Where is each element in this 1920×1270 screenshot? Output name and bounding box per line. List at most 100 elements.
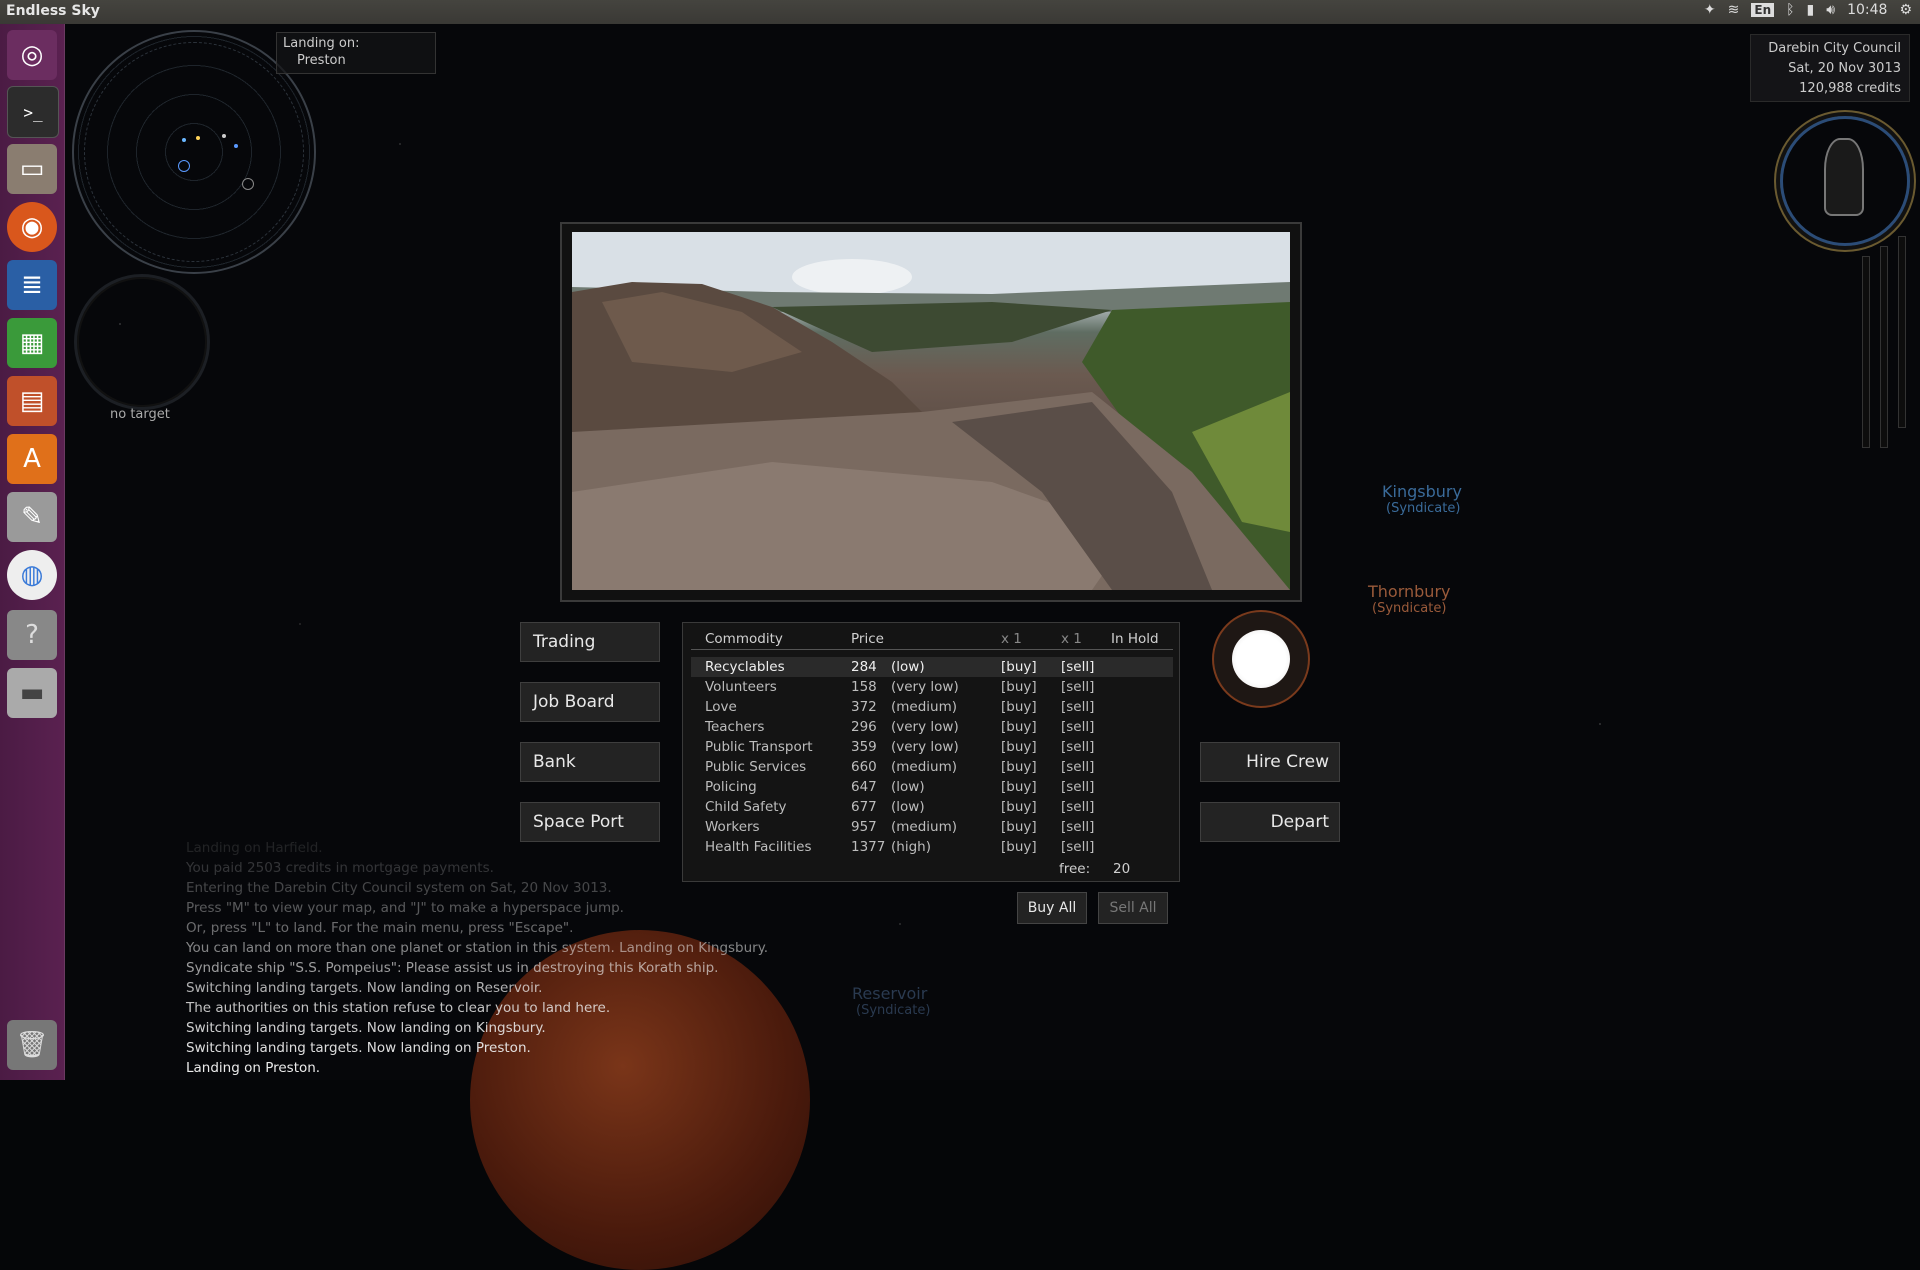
buy-link[interactable]: [buy] [1001, 717, 1037, 737]
log-message: You can land on more than one planet or … [186, 940, 769, 956]
keyboard-layout-indicator[interactable]: En [1751, 3, 1775, 17]
buy-all-button[interactable]: Buy All [1017, 892, 1087, 924]
commodity-row[interactable]: Recyclables 284 (low) [buy] [sell] [691, 657, 1173, 677]
radar-planet-marker [242, 178, 254, 190]
trash-icon[interactable]: 🗑︎ [7, 1020, 57, 1070]
buy-link[interactable]: [buy] [1001, 817, 1037, 837]
commodity-price-level: (medium) [891, 819, 958, 835]
commodity-name: Child Safety [705, 799, 787, 815]
buy-link[interactable]: [buy] [1001, 777, 1037, 797]
commodity-name: Public Services [705, 759, 807, 775]
firefox-icon[interactable]: ◉ [7, 202, 57, 252]
ubuntu-home-icon[interactable]: ◎ [7, 30, 57, 80]
battery-icon[interactable]: ▮ [1807, 2, 1815, 18]
depart-button[interactable]: Depart [1200, 802, 1340, 842]
volume-icon[interactable]: 🔊︎ [1826, 2, 1835, 18]
buy-link[interactable]: [buy] [1001, 837, 1037, 857]
terminal-icon[interactable]: >_ [7, 86, 59, 138]
commodity-price: 372 [851, 699, 877, 715]
commodity-name: Love [705, 699, 737, 715]
sell-all-button[interactable]: Sell All [1098, 892, 1168, 924]
commodity-price-level: (low) [891, 779, 925, 795]
buy-link[interactable]: [buy] [1001, 757, 1037, 777]
log-message: Switching landing targets. Now landing o… [186, 1040, 531, 1056]
sell-link[interactable]: [sell] [1061, 777, 1094, 797]
sell-link[interactable]: [sell] [1061, 757, 1094, 777]
log-message: The authorities on this station refuse t… [186, 1000, 611, 1016]
chrome-icon[interactable]: ◍ [7, 550, 57, 600]
wifi-icon[interactable]: ≋ [1728, 2, 1740, 18]
sell-link[interactable]: [sell] [1061, 697, 1094, 717]
system-tray: ✦ ≋ En ᛒ ▮ 🔊︎ 10:48 ⚙ [1704, 2, 1912, 18]
gear-icon[interactable]: ⚙ [1899, 2, 1912, 18]
no-target-label: no target [110, 407, 170, 422]
radar-blip [222, 134, 226, 138]
game-date: Sat, 20 Nov 3013 [1788, 61, 1901, 76]
buy-link[interactable]: [buy] [1001, 737, 1037, 757]
dropbox-icon[interactable]: ✦ [1704, 2, 1716, 18]
writer-icon[interactable]: ≣ [7, 260, 57, 310]
header-buy-quantity[interactable]: x 1 [1001, 629, 1022, 649]
bluetooth-icon[interactable]: ᛒ [1786, 2, 1794, 18]
target-display-ring [74, 274, 210, 410]
window-title: Endless Sky [6, 3, 100, 19]
commodity-row[interactable]: Volunteers 158 (very low) [buy] [sell] [691, 677, 1173, 697]
header-sell-quantity[interactable]: x 1 [1061, 629, 1082, 649]
landing-label: Landing on: [283, 36, 360, 51]
software-center-icon[interactable]: A [7, 434, 57, 484]
commodity-price-level: (medium) [891, 759, 958, 775]
commodity-name: Policing [705, 779, 757, 795]
free-value: 20 [1113, 861, 1131, 877]
commodity-row[interactable]: Policing 647 (low) [buy] [sell] [691, 777, 1173, 797]
clock[interactable]: 10:48 [1847, 2, 1887, 18]
system-info-panel: Darebin City Council Sat, 20 Nov 3013 12… [1750, 34, 1910, 102]
ship-silhouette-icon [1824, 138, 1864, 216]
map-label-thornbury: Thornbury (Syndicate) [1368, 582, 1451, 616]
space-port-button[interactable]: Space Port [520, 802, 660, 842]
hull-bar [1880, 246, 1888, 448]
sell-link[interactable]: [sell] [1061, 797, 1094, 817]
log-message: Switching landing targets. Now landing o… [186, 980, 543, 996]
sell-link[interactable]: [sell] [1061, 817, 1094, 837]
buy-link[interactable]: [buy] [1001, 657, 1037, 677]
system-name: Darebin City Council [1768, 41, 1901, 56]
commodity-row[interactable]: Public Services 660 (medium) [buy] [sell] [691, 757, 1173, 777]
impress-icon[interactable]: ▤ [7, 376, 57, 426]
commodity-price: 296 [851, 719, 877, 735]
commodity-row[interactable]: Child Safety 677 (low) [buy] [sell] [691, 797, 1173, 817]
log-message: Landing on Preston. [186, 1060, 321, 1076]
drive-icon[interactable]: ▬ [7, 668, 57, 718]
radar-player-marker [178, 160, 190, 172]
commodity-price-level: (high) [891, 839, 931, 855]
help-icon[interactable]: ? [7, 610, 57, 660]
buy-link[interactable]: [buy] [1001, 677, 1037, 697]
sell-link[interactable]: [sell] [1061, 677, 1094, 697]
hire-crew-button[interactable]: Hire Crew [1200, 742, 1340, 782]
sell-link[interactable]: [sell] [1061, 737, 1094, 757]
log-message: Entering the Darebin City Council system… [186, 880, 612, 896]
calc-icon[interactable]: ▦ [7, 318, 57, 368]
commodity-row[interactable]: Love 372 (medium) [buy] [sell] [691, 697, 1173, 717]
sell-link[interactable]: [sell] [1061, 717, 1094, 737]
credits-display: 120,988 credits [1799, 81, 1901, 96]
sell-link[interactable]: [sell] [1061, 657, 1094, 677]
files-icon[interactable]: ▭ [7, 144, 57, 194]
commodity-row[interactable]: Workers 957 (medium) [buy] [sell] [691, 817, 1173, 837]
sell-link[interactable]: [sell] [1061, 837, 1094, 857]
trading-button[interactable]: Trading [520, 622, 660, 662]
buy-link[interactable]: [buy] [1001, 697, 1037, 717]
system-settings-icon[interactable]: ✎ [7, 492, 57, 542]
buy-link[interactable]: [buy] [1001, 797, 1037, 817]
bank-button[interactable]: Bank [520, 742, 660, 782]
bright-planet [1232, 630, 1290, 688]
job-board-button[interactable]: Job Board [520, 682, 660, 722]
commodity-price: 359 [851, 739, 877, 755]
commodity-name: Workers [705, 819, 760, 835]
header-commodity: Commodity [705, 631, 783, 647]
free-label: free: [1059, 861, 1091, 877]
trade-header-row: Commodity Price x 1 x 1 In Hold [691, 629, 1173, 650]
commodity-row[interactable]: Teachers 296 (very low) [buy] [sell] [691, 717, 1173, 737]
commodity-price-level: (very low) [891, 679, 959, 695]
commodity-price: 284 [851, 659, 877, 675]
commodity-row[interactable]: Public Transport 359 (very low) [buy] [sell] [691, 737, 1173, 757]
